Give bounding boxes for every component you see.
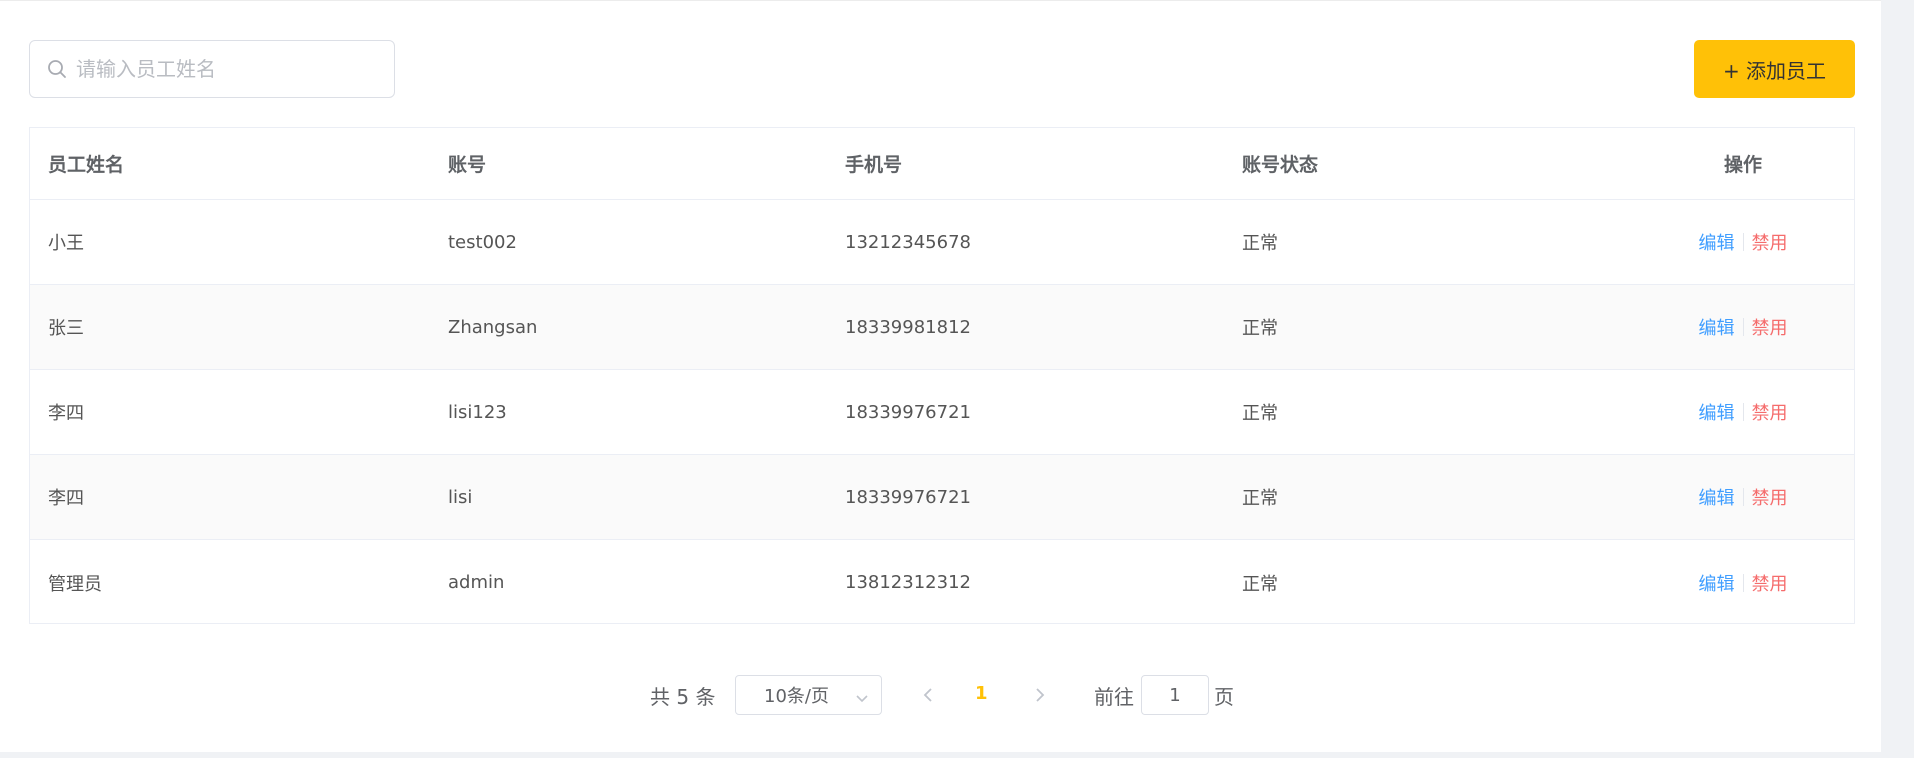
header-name: 员工姓名 bbox=[48, 154, 125, 176]
cell-status: 正常 bbox=[1242, 573, 1278, 595]
cell-name: 张三 bbox=[48, 318, 84, 339]
table-header: 员工姓名 账号 手机号 账号状态 操作 bbox=[30, 128, 1854, 200]
disable-link[interactable]: 禁用 bbox=[1744, 399, 1796, 425]
table-row: 管理员 admin 13812312312 正常 编辑 禁用 bbox=[30, 540, 1854, 625]
cell-account: lisi123 bbox=[448, 401, 507, 423]
edit-link[interactable]: 编辑 bbox=[1691, 484, 1743, 510]
cell-name: 管理员 bbox=[48, 573, 102, 595]
table-row: 李四 lisi123 18339976721 正常 编辑 禁用 bbox=[30, 370, 1854, 455]
page-number-current[interactable]: 1 bbox=[975, 683, 988, 704]
cell-name: 李四 bbox=[48, 488, 84, 509]
cell-account: admin bbox=[448, 572, 505, 593]
cell-phone: 13812312312 bbox=[845, 572, 971, 593]
cell-name: 李四 bbox=[48, 403, 84, 424]
edit-link[interactable]: 编辑 bbox=[1691, 399, 1743, 425]
cell-account: test002 bbox=[448, 231, 517, 253]
goto-page-input[interactable] bbox=[1141, 675, 1209, 715]
cell-status: 正常 bbox=[1242, 318, 1278, 339]
header-account: 账号 bbox=[448, 154, 487, 176]
cell-phone: 18339981812 bbox=[845, 316, 971, 338]
edit-link[interactable]: 编辑 bbox=[1691, 229, 1743, 255]
edit-link[interactable]: 编辑 bbox=[1691, 314, 1743, 340]
search-input[interactable] bbox=[76, 57, 394, 81]
pagination: 共 5 条 10条/页 1 前往 页 bbox=[0, 675, 1881, 715]
disable-link[interactable]: 禁用 bbox=[1744, 229, 1796, 255]
cell-phone: 13212345678 bbox=[845, 231, 971, 253]
cell-ops: 编辑 禁用 bbox=[1630, 229, 1856, 255]
content-card: + 添加员工 员工姓名 账号 手机号 账号状态 操作 小王 test002 13… bbox=[0, 0, 1881, 752]
cell-ops: 编辑 禁用 bbox=[1630, 314, 1856, 340]
goto-suffix: 页 bbox=[1214, 685, 1234, 709]
header-status: 账号状态 bbox=[1242, 154, 1319, 176]
table-row: 张三 Zhangsan 18339981812 正常 编辑 禁用 bbox=[30, 285, 1854, 370]
cell-ops: 编辑 禁用 bbox=[1630, 484, 1856, 510]
cell-account: Zhangsan bbox=[448, 316, 538, 338]
page-size-select[interactable]: 10条/页 bbox=[735, 675, 882, 715]
cell-status: 正常 bbox=[1242, 403, 1278, 424]
disable-link[interactable]: 禁用 bbox=[1744, 484, 1796, 510]
cell-phone: 18339976721 bbox=[845, 401, 971, 423]
cell-phone: 18339976721 bbox=[845, 486, 971, 508]
cell-name: 小王 bbox=[48, 233, 84, 254]
page-size-value: 10条/页 bbox=[764, 686, 829, 707]
chevron-right-icon[interactable] bbox=[1028, 683, 1052, 707]
edit-link[interactable]: 编辑 bbox=[1691, 570, 1743, 596]
cell-account: lisi bbox=[448, 486, 473, 508]
chevron-left-icon[interactable] bbox=[916, 683, 940, 707]
table-row: 李四 lisi 18339976721 正常 编辑 禁用 bbox=[30, 455, 1854, 540]
table-row: 小王 test002 13212345678 正常 编辑 禁用 bbox=[30, 200, 1854, 285]
cell-status: 正常 bbox=[1242, 488, 1278, 509]
add-employee-button[interactable]: + 添加员工 bbox=[1694, 40, 1855, 98]
cell-ops: 编辑 禁用 bbox=[1630, 399, 1856, 425]
disable-link[interactable]: 禁用 bbox=[1744, 570, 1796, 596]
employee-table: 员工姓名 账号 手机号 账号状态 操作 小王 test002 132123456… bbox=[29, 127, 1855, 624]
search-icon bbox=[46, 58, 68, 80]
pagination-total: 共 5 条 bbox=[650, 685, 716, 709]
cell-status: 正常 bbox=[1242, 233, 1278, 254]
goto-label: 前往 bbox=[1094, 685, 1134, 709]
disable-link[interactable]: 禁用 bbox=[1744, 314, 1796, 340]
search-box[interactable] bbox=[29, 40, 395, 98]
chevron-down-icon bbox=[855, 689, 869, 703]
header-phone: 手机号 bbox=[845, 154, 903, 176]
cell-ops: 编辑 禁用 bbox=[1630, 570, 1856, 596]
header-ops: 操作 bbox=[1723, 154, 1762, 176]
